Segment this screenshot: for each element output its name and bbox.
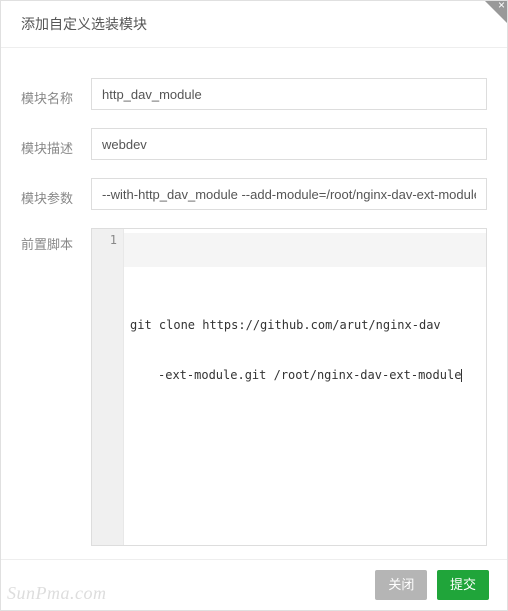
dialog: 添加自定义选装模块 模块名称 模块描述 模块参数 前置脚本 1 gi <box>0 0 508 611</box>
code-line-1: git clone https://github.com/arut/nginx-… <box>130 317 480 334</box>
submit-button[interactable]: 提交 <box>437 570 489 600</box>
dialog-title: 添加自定义选装模块 <box>1 1 507 48</box>
input-module-desc[interactable] <box>91 128 487 160</box>
input-module-params[interactable] <box>91 178 487 210</box>
label-module-desc: 模块描述 <box>21 132 91 157</box>
label-module-params: 模块参数 <box>21 182 91 207</box>
row-module-name: 模块名称 <box>21 78 487 110</box>
cancel-button[interactable]: 关闭 <box>375 570 427 600</box>
dialog-body: 模块名称 模块描述 模块参数 前置脚本 1 git clone https://… <box>1 48 507 546</box>
label-pre-script: 前置脚本 <box>21 228 91 253</box>
text-cursor <box>461 369 462 382</box>
code-content[interactable]: git clone https://github.com/arut/nginx-… <box>124 229 486 545</box>
close-icon[interactable] <box>485 1 507 23</box>
row-module-desc: 模块描述 <box>21 128 487 160</box>
input-module-name[interactable] <box>91 78 487 110</box>
line-number: 1 <box>92 233 117 247</box>
code-gutter: 1 <box>92 229 124 545</box>
code-editor[interactable]: 1 git clone https://github.com/arut/ngin… <box>91 228 487 546</box>
active-line-bg <box>124 233 486 267</box>
watermark: SunPma.com <box>7 583 106 604</box>
code-line-2: -ext-module.git /root/nginx-dav-ext-modu… <box>130 367 480 384</box>
label-module-name: 模块名称 <box>21 82 91 107</box>
row-pre-script: 前置脚本 1 git clone https://github.com/arut… <box>21 228 487 546</box>
row-module-params: 模块参数 <box>21 178 487 210</box>
